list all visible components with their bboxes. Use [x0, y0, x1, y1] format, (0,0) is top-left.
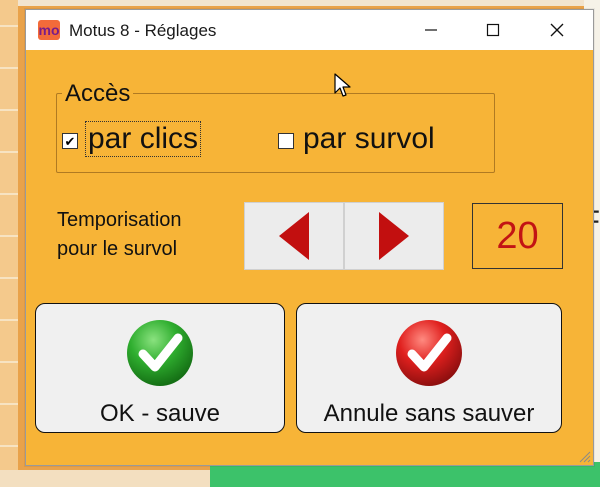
increase-delay-button[interactable] [344, 202, 444, 270]
minimize-button[interactable] [408, 10, 454, 50]
app-logo-icon: mo [38, 20, 60, 40]
cancel-without-saving-button[interactable]: Annule sans sauver [296, 303, 562, 433]
decrease-delay-button[interactable] [244, 202, 344, 270]
cancel-without-saving-label: Annule sans sauver [323, 400, 535, 427]
close-button[interactable] [534, 10, 580, 50]
clicks-checkbox[interactable]: ✔ [62, 133, 78, 149]
background-app-left [0, 0, 18, 487]
checkmark-icon [127, 320, 193, 386]
window-title: Motus 8 - Réglages [69, 21, 217, 40]
hover-option-label[interactable]: par survol [303, 122, 435, 156]
red-checkmark-icon [396, 320, 462, 386]
app-logo-text: mo [38, 22, 60, 38]
minimize-icon [425, 29, 437, 31]
arrow-right-icon [379, 212, 409, 260]
background-app-top [0, 0, 600, 6]
delay-label-line1: Temporisation [57, 209, 182, 231]
maximize-button[interactable] [470, 10, 516, 50]
hover-checkbox[interactable] [278, 133, 294, 149]
delay-label: Temporisation pour le survol [57, 206, 182, 264]
clicks-option-label[interactable]: par clics [84, 121, 202, 157]
title-bar[interactable]: mo Motus 8 - Réglages [26, 10, 593, 50]
maximize-icon [486, 23, 500, 37]
ok-save-button[interactable]: OK - sauve [35, 303, 285, 433]
arrow-left-icon [279, 212, 309, 260]
delay-label-line2: pour le survol [57, 238, 178, 260]
resize-grip-icon[interactable] [577, 449, 591, 463]
ok-save-label: OK - sauve [99, 400, 221, 427]
close-icon [550, 23, 564, 37]
access-group-legend: Accès [62, 80, 134, 108]
delay-value: 20 [472, 203, 563, 269]
settings-dialog: mo Motus 8 - Réglages Accès ✔ par clics … [25, 9, 594, 466]
mouse-cursor-icon [334, 73, 351, 97]
